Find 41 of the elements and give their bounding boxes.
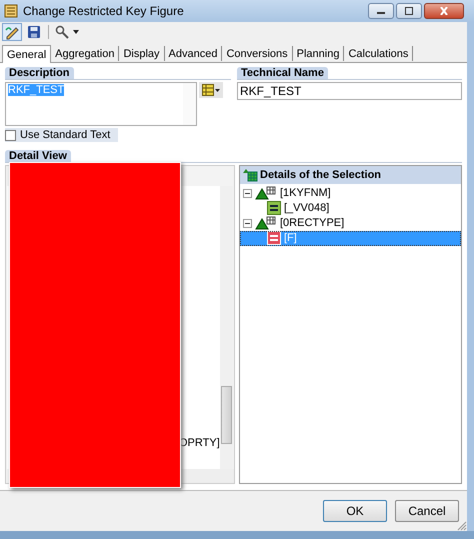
characteristic-icon	[255, 216, 277, 230]
panel-title: Details of the Selection	[260, 168, 382, 180]
section-label: Technical Name	[237, 67, 328, 79]
toggle-icon[interactable]	[243, 218, 252, 228]
tab[interactable]: Planning	[292, 46, 344, 61]
tree-node[interactable]: [1KYFNM]	[240, 186, 461, 200]
exclude-icon	[267, 231, 281, 245]
characteristic-icon	[255, 186, 277, 200]
section-label: Description	[5, 67, 74, 79]
scrollbar[interactable]	[183, 83, 196, 125]
tab[interactable]: General	[2, 45, 52, 63]
window-title: Change Restricted Key Figure	[23, 4, 185, 18]
use-standard-text-checkbox[interactable]: Use Standard Text	[5, 128, 118, 142]
tab[interactable]: Display	[119, 46, 165, 61]
maximize-button[interactable]	[396, 3, 422, 19]
section-label: Detail View	[5, 150, 71, 162]
include-icon	[267, 201, 281, 215]
grid-icon	[202, 84, 214, 96]
close-button[interactable]	[424, 3, 464, 19]
technical-name-field[interactable]: RKF_TEST	[237, 82, 462, 100]
caret-icon	[73, 30, 79, 34]
dialog-button[interactable]: Cancel	[395, 500, 459, 522]
text-picker-button[interactable]	[199, 82, 223, 98]
horizontal-scrollbar[interactable]	[181, 469, 234, 483]
toggle-icon[interactable]	[243, 188, 252, 198]
caret-icon	[215, 88, 220, 92]
maximize-icon	[404, 7, 414, 15]
table-icon	[242, 168, 258, 182]
tab[interactable]: Calculations	[344, 46, 414, 61]
close-icon	[439, 7, 449, 15]
minimize-button[interactable]	[368, 3, 394, 19]
resize-grip-icon[interactable]	[457, 521, 467, 531]
tree-node[interactable]: [0RECTYPE]	[240, 216, 461, 230]
tab[interactable]: Aggregation	[51, 46, 120, 61]
tools-button[interactable]	[53, 23, 81, 41]
tab[interactable]: Advanced	[164, 46, 222, 61]
dialog-button[interactable]: OK	[323, 500, 387, 522]
app-icon	[4, 4, 18, 18]
tree-node[interactable]: [_VV048]	[240, 200, 461, 216]
edit-toggle-button[interactable]	[2, 23, 22, 41]
tab[interactable]: Conversions	[222, 46, 293, 61]
